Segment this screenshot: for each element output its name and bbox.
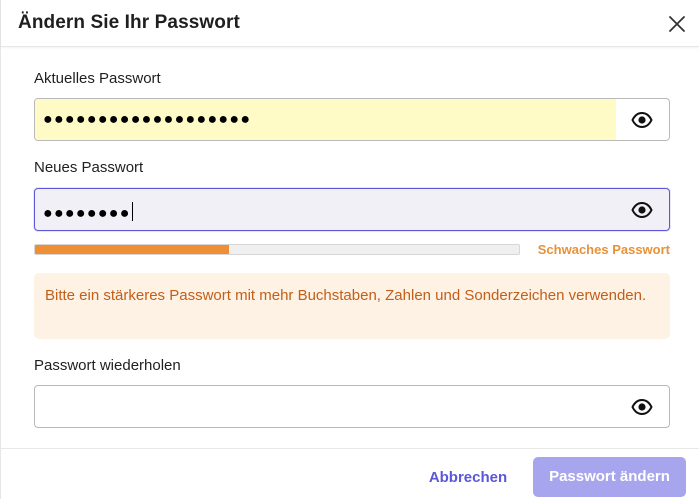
- close-icon[interactable]: [665, 12, 689, 36]
- repeat-password-input[interactable]: [35, 386, 616, 427]
- password-hint-box: Bitte ein stärkeres Passwort mit mehr Bu…: [34, 273, 670, 339]
- cancel-button[interactable]: Abbrechen: [419, 459, 517, 497]
- dialog-title: Ändern Sie Ihr Passwort: [18, 12, 240, 33]
- current-password-field[interactable]: ●●●●●●●●●●●●●●●●●●●: [34, 98, 670, 141]
- password-strength-meter: [34, 244, 520, 255]
- new-password-field[interactable]: ●●●●●●●●: [34, 188, 670, 231]
- dialog-header: Ändern Sie Ihr Passwort: [1, 0, 699, 47]
- password-hint-text: Bitte ein stärkeres Passwort mit mehr Bu…: [45, 287, 647, 304]
- password-strength-label: Schwaches Passwort: [537, 242, 670, 257]
- current-password-label: Aktuelles Passwort: [34, 70, 161, 87]
- text-caret: [131, 202, 133, 221]
- repeat-password-label: Passwort wiederholen: [34, 357, 181, 374]
- change-password-dialog: Ändern Sie Ihr Passwort Aktuelles Passwo…: [0, 0, 699, 499]
- eye-icon[interactable]: [631, 398, 653, 416]
- eye-icon[interactable]: [631, 111, 653, 129]
- new-password-label: Neues Passwort: [34, 159, 144, 176]
- change-password-button[interactable]: Passwort ändern: [533, 457, 686, 497]
- current-password-masked-value: ●●●●●●●●●●●●●●●●●●●: [43, 111, 252, 128]
- new-password-masked-value: ●●●●●●●●: [43, 202, 133, 222]
- dialog-footer: Abbrechen Passwort ändern: [1, 448, 699, 499]
- eye-icon[interactable]: [631, 201, 653, 219]
- password-strength-fill: [35, 245, 229, 254]
- repeat-password-field[interactable]: [34, 385, 670, 428]
